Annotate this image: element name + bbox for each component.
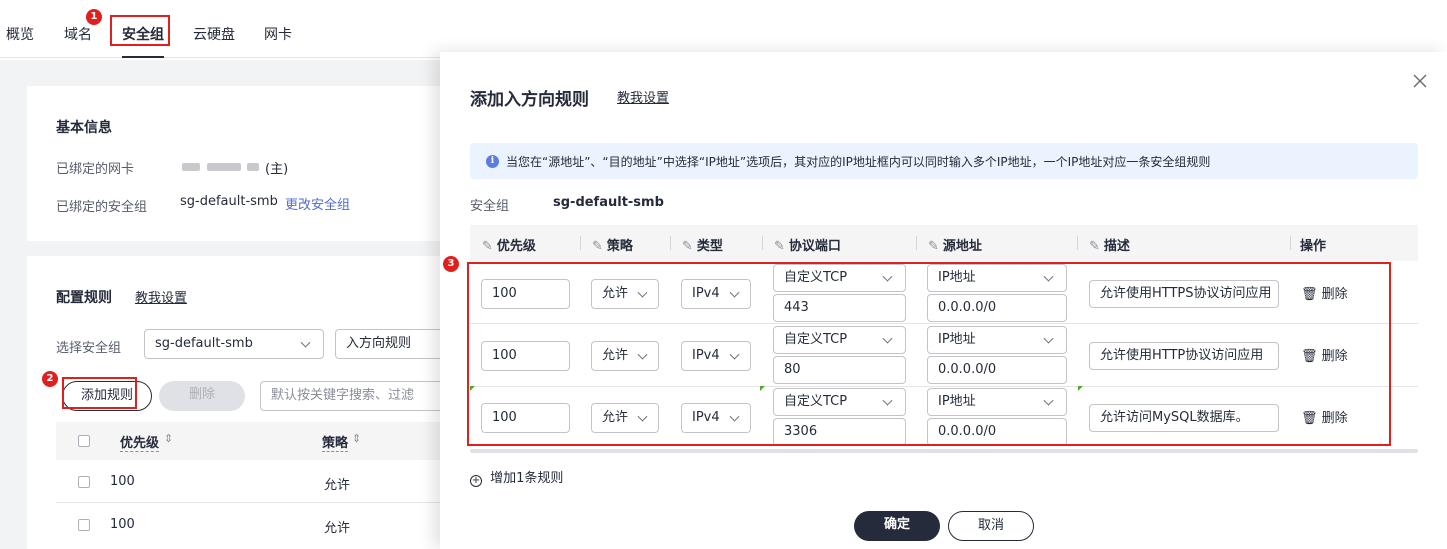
col-priority: 优先级 [120, 432, 160, 452]
row-priority: 100 [110, 474, 135, 489]
basic-info-title: 基本信息 [56, 120, 112, 136]
row-checkbox[interactable] [78, 476, 90, 488]
select-sg-label: 选择安全组 [56, 341, 122, 356]
direction-select[interactable]: 入方向规则 [335, 329, 447, 359]
sort-icon[interactable]: ⇕ [164, 432, 173, 445]
basic-info-card: 基本信息 已绑定的网卡 (主) 已绑定的安全组 sg-default-smb 更… [27, 86, 447, 241]
table-row: 100 允许 [56, 503, 447, 546]
change-sg-link[interactable]: 更改安全组 [285, 194, 350, 213]
pencil-icon: ✎ [682, 239, 693, 254]
highlight-box-add-rule [62, 377, 137, 409]
config-rules-title: 配置规则 [56, 290, 112, 306]
row-checkbox[interactable] [78, 519, 90, 531]
info-icon: i [486, 155, 499, 168]
info-banner: i 当您在“源地址”、“目的地址”中选择“IP地址”选项后，其对应的IP地址框内… [470, 143, 1418, 179]
step-badge-1: 1 [86, 9, 102, 25]
table-row: 100 允许 [56, 460, 447, 503]
tab-cloud-disk[interactable]: 云硬盘 [193, 24, 235, 44]
pencil-icon: ✎ [774, 239, 785, 254]
close-icon[interactable] [1413, 74, 1427, 88]
select-all-checkbox[interactable] [78, 435, 90, 447]
pencil-icon: ✎ [928, 239, 939, 254]
plus-circle-icon: + [470, 475, 482, 487]
masked-nic-name [182, 163, 200, 171]
rules-table-header: 优先级 ⇕ 策略 ⇕ [56, 422, 447, 460]
sort-icon[interactable]: ⇕ [352, 432, 361, 445]
active-tab-indicator [122, 56, 164, 58]
rules-table-header: ✎ 优先级 ✎ 策略 ✎ 类型 ✎ 协议端口 ✎ 源地址 ✎ 描述 操作 [470, 225, 1418, 261]
row-policy: 允许 [324, 521, 351, 536]
sg-select-value: sg-default-smb [155, 336, 253, 351]
direction-select-value: 入方向规则 [346, 336, 412, 351]
config-help-link[interactable]: 教我设置 [135, 287, 187, 306]
nic-label: 已绑定的网卡 [56, 162, 135, 177]
masked-nic-name [247, 163, 259, 171]
col-type: ✎ 类型 [682, 239, 723, 254]
add-one-rule-link[interactable]: + 增加1条规则 [470, 467, 563, 487]
sg-select[interactable]: sg-default-smb [144, 329, 324, 359]
col-priority: ✎ 优先级 [482, 239, 536, 254]
confirm-button[interactable]: 确定 [854, 511, 940, 541]
col-description: ✎ 描述 [1089, 239, 1130, 254]
highlight-box-rules [467, 262, 1391, 446]
search-placeholder: 默认按关键字搜索、过滤 [271, 388, 415, 403]
dialog-sg-value: sg-default-smb [553, 195, 664, 210]
col-protocol-port: ✎ 协议端口 [774, 239, 841, 254]
sg-value: sg-default-smb [180, 194, 278, 209]
step-badge-3: 3 [443, 256, 459, 272]
nic-primary-tag: (主) [265, 162, 289, 177]
top-tab-bar: 概览 域名 安全组 云硬盘 网卡 [0, 0, 1447, 58]
col-action: 操作 [1300, 239, 1327, 254]
cancel-button[interactable]: 取消 [948, 511, 1034, 541]
row-policy: 允许 [324, 478, 351, 493]
dialog-title: 添加入方向规则 [470, 90, 589, 110]
pencil-icon: ✎ [592, 239, 603, 254]
tab-nic[interactable]: 网卡 [264, 24, 292, 44]
col-source: ✎ 源地址 [928, 239, 982, 254]
sg-label: 已绑定的安全组 [56, 200, 148, 215]
col-policy: 策略 [322, 432, 349, 452]
delete-button-disabled[interactable]: 删除 [159, 381, 245, 411]
row-priority: 100 [110, 517, 135, 532]
col-policy: ✎ 策略 [592, 239, 633, 254]
table-horizontal-scrollbar[interactable] [470, 449, 1418, 453]
dialog-sg-label: 安全组 [470, 199, 510, 214]
masked-nic-name [207, 163, 241, 171]
info-text: 当您在“源地址”、“目的地址”中选择“IP地址”选项后，其对应的IP地址框内可以… [506, 155, 1211, 169]
dialog-help-link[interactable]: 教我设置 [617, 87, 669, 106]
search-input[interactable]: 默认按关键字搜索、过滤 [260, 381, 447, 411]
chevron-down-icon [300, 337, 311, 348]
add-inbound-rule-dialog: 添加入方向规则 教我设置 i 当您在“源地址”、“目的地址”中选择“IP地址”选… [440, 52, 1447, 549]
pencil-icon: ✎ [1089, 239, 1100, 254]
pencil-icon: ✎ [482, 239, 493, 254]
step-badge-2: 2 [42, 371, 58, 387]
tab-overview[interactable]: 概览 [6, 24, 34, 44]
highlight-box-security-tab [110, 15, 170, 46]
tab-domain[interactable]: 域名 [64, 24, 92, 44]
